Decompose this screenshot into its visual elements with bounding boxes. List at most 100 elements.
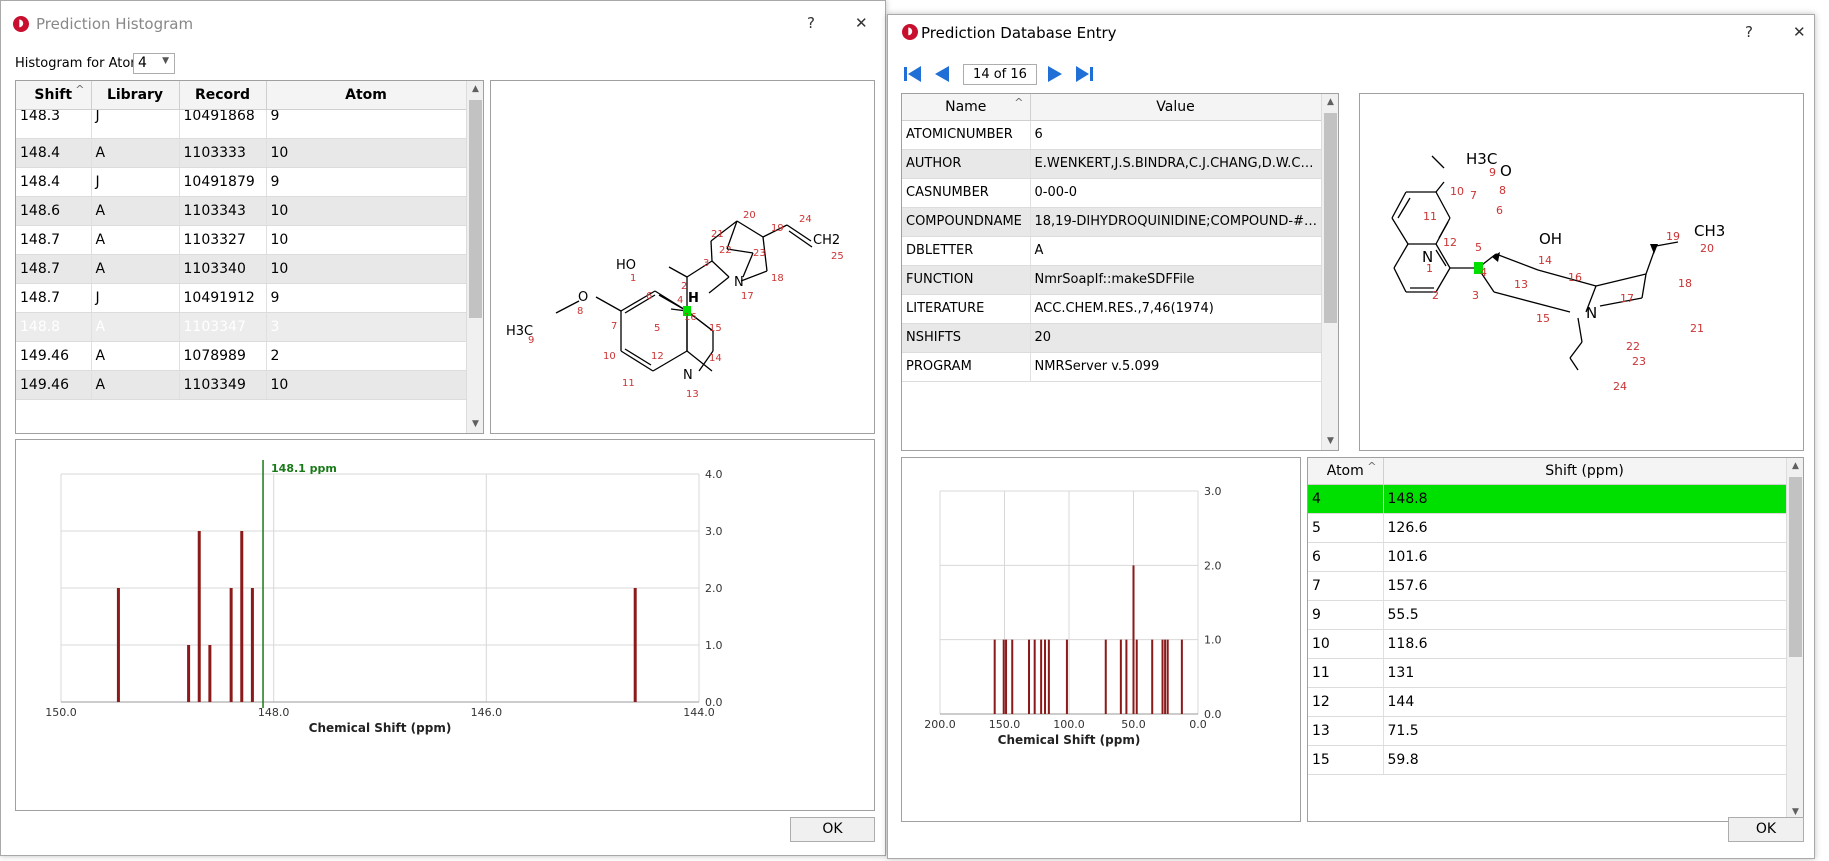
svg-text:HO: HO bbox=[616, 258, 636, 273]
table-row[interactable]: 4 148.8 bbox=[1308, 484, 1786, 514]
svg-text:21: 21 bbox=[1690, 322, 1704, 335]
svg-text:CH3: CH3 bbox=[1694, 222, 1725, 240]
table-cell: AUTHOR bbox=[902, 149, 1031, 179]
table-row[interactable]: 148.7 J 10491912 9 bbox=[16, 283, 466, 313]
window-title: Prediction Histogram bbox=[36, 15, 194, 33]
svg-text:21: 21 bbox=[711, 229, 724, 240]
table-row[interactable]: 148.4 J 10491879 9 bbox=[16, 167, 466, 197]
table-row[interactable]: 7 157.6 bbox=[1308, 571, 1786, 601]
shift-histogram-chart: 200.0 150.0 100.0 50.0 0.00.01.02.03.0Chemic… bbox=[924, 485, 1222, 747]
scroll-up-icon[interactable]: ▲ bbox=[467, 81, 483, 98]
atom-shifts-table: Atom ^ Shift (ppm) 4 148.8 5 126.6 6 101.6 7 157… bbox=[1308, 458, 1786, 775]
table-cell: 10491868 bbox=[179, 109, 267, 139]
dihydroquinidine-structure-drawing: H3C O OH N N CH3 1 2 3 4 5 6 7 8 9 10 11… bbox=[1391, 150, 1725, 393]
column-header-name[interactable]: Name ^ bbox=[902, 94, 1031, 121]
scrollbar-thumb[interactable] bbox=[469, 100, 482, 318]
shift-records-panel: Shift ^ Library Record Atom 148.3 J 1049186… bbox=[15, 80, 484, 434]
close-button[interactable]: ✕ bbox=[1793, 23, 1806, 41]
column-header-library[interactable]: Library bbox=[91, 81, 180, 110]
table-cell: 148.7 bbox=[16, 283, 92, 313]
app-logo-icon: ◗ bbox=[902, 24, 918, 40]
scrollbar-thumb[interactable] bbox=[1789, 477, 1802, 657]
column-header-value[interactable]: Value bbox=[1030, 94, 1321, 121]
table-row[interactable]: 148.3 J 10491868 9 bbox=[16, 109, 466, 139]
table-row[interactable]: FUNCTION NmrSoapIf::makeSDFFile bbox=[902, 265, 1321, 295]
table-cell: COMPOUNDNAME bbox=[902, 207, 1031, 237]
atom-selector-dropdown[interactable]: 4 ▼ bbox=[133, 53, 175, 74]
table-row[interactable]: 148.6 A 1103343 10 bbox=[16, 196, 466, 226]
table-row[interactable]: 6 101.6 bbox=[1308, 542, 1786, 572]
table-row[interactable]: 148.7 A 1103340 10 bbox=[16, 254, 466, 284]
table-row[interactable]: LITERATURE ACC.CHEM.RES.,7,46(1974) bbox=[902, 294, 1321, 324]
y-tick-label: 1.0 bbox=[1204, 634, 1222, 647]
table-row[interactable]: 148.4 A 1103333 10 bbox=[16, 138, 466, 168]
ok-button[interactable]: OK bbox=[790, 817, 875, 842]
scroll-down-icon[interactable]: ▼ bbox=[1322, 433, 1338, 450]
table-row[interactable]: DBLETTER A bbox=[902, 236, 1321, 266]
table-row[interactable]: 13 71.5 bbox=[1308, 716, 1786, 746]
close-button[interactable]: ✕ bbox=[855, 14, 868, 32]
table-cell: 1103349 bbox=[179, 370, 267, 400]
table-row[interactable]: 148.7 A 1103327 10 bbox=[16, 225, 466, 255]
table-row[interactable]: 149.46 A 1078989 2 bbox=[16, 341, 466, 371]
column-header-atom[interactable]: Atom ^ bbox=[1308, 458, 1384, 485]
table-row[interactable]: 149.46 A 1103349 10 bbox=[16, 370, 466, 400]
scroll-up-icon[interactable]: ▲ bbox=[1322, 94, 1338, 111]
column-header-record[interactable]: Record bbox=[179, 81, 267, 110]
table-cell: 1103347 bbox=[179, 312, 267, 342]
table-cell: 9 bbox=[266, 283, 466, 313]
y-tick-label: 1.0 bbox=[705, 639, 723, 652]
shift-histogram-chart: 150.0 148.0 146.0 144.00.01.02.03.04.0148.1… bbox=[45, 460, 723, 735]
table-cell: 9 bbox=[1308, 600, 1384, 630]
column-header-shift[interactable]: Shift (ppm) bbox=[1383, 458, 1786, 485]
table-row[interactable]: CASNUMBER 0-00-0 bbox=[902, 178, 1321, 208]
svg-text:15: 15 bbox=[1536, 312, 1550, 325]
ok-button[interactable]: OK bbox=[1728, 817, 1804, 842]
scroll-down-icon[interactable]: ▼ bbox=[467, 416, 483, 433]
table-row[interactable]: 12 144 bbox=[1308, 687, 1786, 717]
svg-text:4: 4 bbox=[1480, 266, 1487, 279]
previous-record-icon[interactable] bbox=[930, 63, 954, 85]
table-row[interactable]: 15 59.8 bbox=[1308, 745, 1786, 775]
last-record-icon[interactable] bbox=[1072, 63, 1096, 85]
table-row[interactable]: NSHIFTS 20 bbox=[902, 323, 1321, 353]
table-cell: 1078989 bbox=[179, 341, 267, 371]
table-cell: 1103343 bbox=[179, 196, 267, 226]
table-cell: E.WENKERT,J.S.BINDRA,C.J.CHANG,D.W.COCH.… bbox=[1030, 149, 1321, 179]
table-row[interactable]: AUTHOR E.WENKERT,J.S.BINDRA,C.J.CHANG,D.W… bbox=[902, 149, 1321, 179]
table-row[interactable]: 5 126.6 bbox=[1308, 513, 1786, 543]
table-row[interactable]: 11 131 bbox=[1308, 658, 1786, 688]
table-row[interactable]: 148.8 A 1103347 3 bbox=[16, 312, 466, 342]
svg-text:3: 3 bbox=[1472, 289, 1479, 302]
table-cell: LITERATURE bbox=[902, 294, 1031, 324]
svg-text:14: 14 bbox=[709, 353, 722, 364]
table-cell: NmrSoapIf::makeSDFFile bbox=[1030, 265, 1321, 295]
scroll-up-icon[interactable]: ▲ bbox=[1787, 458, 1803, 475]
vertical-scrollbar[interactable]: ▲ ▼ bbox=[1786, 458, 1803, 821]
table-cell: 10491912 bbox=[179, 283, 267, 313]
table-row[interactable]: ATOMICNUMBER 6 bbox=[902, 120, 1321, 150]
table-row[interactable]: 9 55.5 bbox=[1308, 600, 1786, 630]
column-header-shift[interactable]: Shift ^ bbox=[16, 81, 92, 110]
table-cell: 10 bbox=[266, 196, 466, 226]
svg-text:6: 6 bbox=[646, 291, 652, 302]
vertical-scrollbar[interactable]: ▲ ▼ bbox=[466, 81, 483, 433]
table-row[interactable]: COMPOUNDNAME 18,19-DIHYDROQUINIDINE;COMPO… bbox=[902, 207, 1321, 237]
x-tick-label: 50.0 bbox=[1121, 718, 1146, 731]
help-button[interactable]: ? bbox=[1745, 23, 1753, 41]
table-cell: 20 bbox=[1030, 323, 1321, 353]
table-row[interactable]: 10 118.6 bbox=[1308, 629, 1786, 659]
svg-text:O: O bbox=[1500, 162, 1512, 180]
table-row[interactable]: PROGRAM NMRServer v.5.099 bbox=[902, 352, 1321, 382]
first-record-icon[interactable] bbox=[901, 63, 925, 85]
help-button[interactable]: ? bbox=[807, 14, 815, 32]
svg-text:8: 8 bbox=[577, 306, 583, 317]
next-record-icon[interactable] bbox=[1043, 63, 1067, 85]
table-cell: 148.8 bbox=[1383, 484, 1786, 514]
scrollbar-thumb[interactable] bbox=[1324, 113, 1337, 323]
vertical-scrollbar[interactable]: ▲ ▼ bbox=[1321, 94, 1338, 450]
column-header-atom[interactable]: Atom bbox=[266, 81, 466, 110]
x-tick-label: 200.0 bbox=[924, 718, 956, 731]
table-cell: 148.4 bbox=[16, 138, 92, 168]
table-cell: 126.6 bbox=[1383, 513, 1786, 543]
